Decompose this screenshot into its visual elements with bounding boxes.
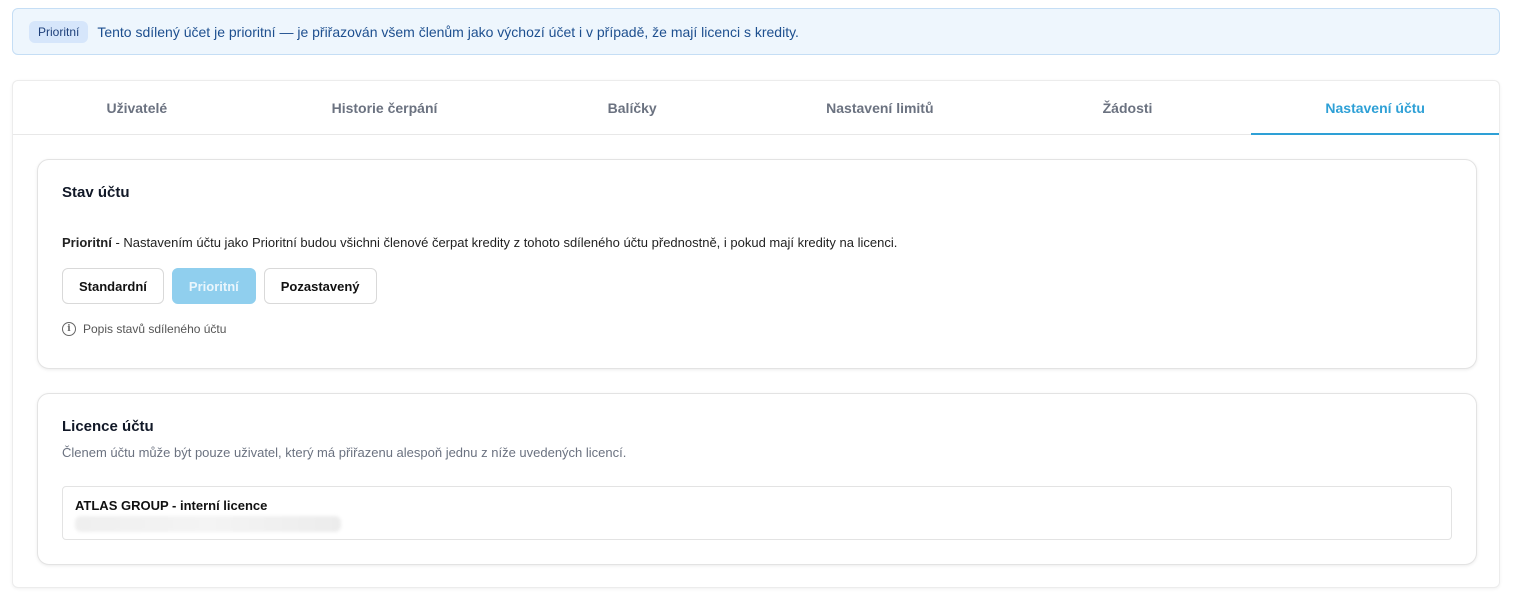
priority-badge: Prioritní (29, 20, 89, 43)
tab-bar: Uživatelé Historie čerpání Balíčky Nasta… (13, 81, 1499, 135)
state-button-group: Standardní Prioritní Pozastavený (62, 268, 377, 304)
info-icon: i (62, 322, 76, 336)
tab-packages[interactable]: Balíčky (508, 81, 756, 134)
license-name: ATLAS GROUP - interní licence (75, 498, 268, 513)
licenses-description: Členem účtu může být pouze uživatel, kte… (62, 445, 627, 460)
account-settings-card: Uživatelé Historie čerpání Balíčky Nasta… (12, 80, 1500, 588)
banner-text: Tento sdílený účet je prioritní — je při… (97, 23, 799, 40)
tab-requests[interactable]: Žádosti (1004, 81, 1252, 134)
state-help-link[interactable]: i Popis stavů sdíleného účtu (62, 322, 226, 336)
tab-account-settings[interactable]: Nastavení účtu (1251, 81, 1499, 135)
state-help-text: Popis stavů sdíleného účtu (83, 322, 227, 336)
account-state-title: Stav účtu (62, 184, 130, 201)
state-desc-rest: - Nastavením účtu jako Prioritní budou v… (111, 235, 898, 250)
account-state-panel: Stav účtu Prioritní - Nastavením účtu ja… (37, 159, 1477, 369)
account-licenses-panel: Licence účtu Členem účtu může být pouze … (37, 393, 1477, 565)
suspended-state-button[interactable]: Pozastavený (263, 268, 377, 304)
state-desc-strong: Prioritní (62, 235, 112, 250)
tab-usage-history[interactable]: Historie čerpání (261, 81, 509, 134)
priority-banner: Prioritní Tento sdílený účet je prioritn… (12, 8, 1500, 55)
tab-limit-settings[interactable]: Nastavení limitů (756, 81, 1004, 134)
license-item: ATLAS GROUP - interní licence (62, 486, 1452, 540)
licenses-title: Licence účtu (62, 418, 154, 435)
tab-users[interactable]: Uživatelé (13, 81, 261, 134)
priority-state-button[interactable]: Prioritní (171, 268, 256, 304)
account-state-description: Prioritní - Nastavením účtu jako Priorit… (62, 235, 897, 250)
redacted-license-detail (75, 516, 341, 532)
standard-state-button[interactable]: Standardní (62, 268, 164, 304)
